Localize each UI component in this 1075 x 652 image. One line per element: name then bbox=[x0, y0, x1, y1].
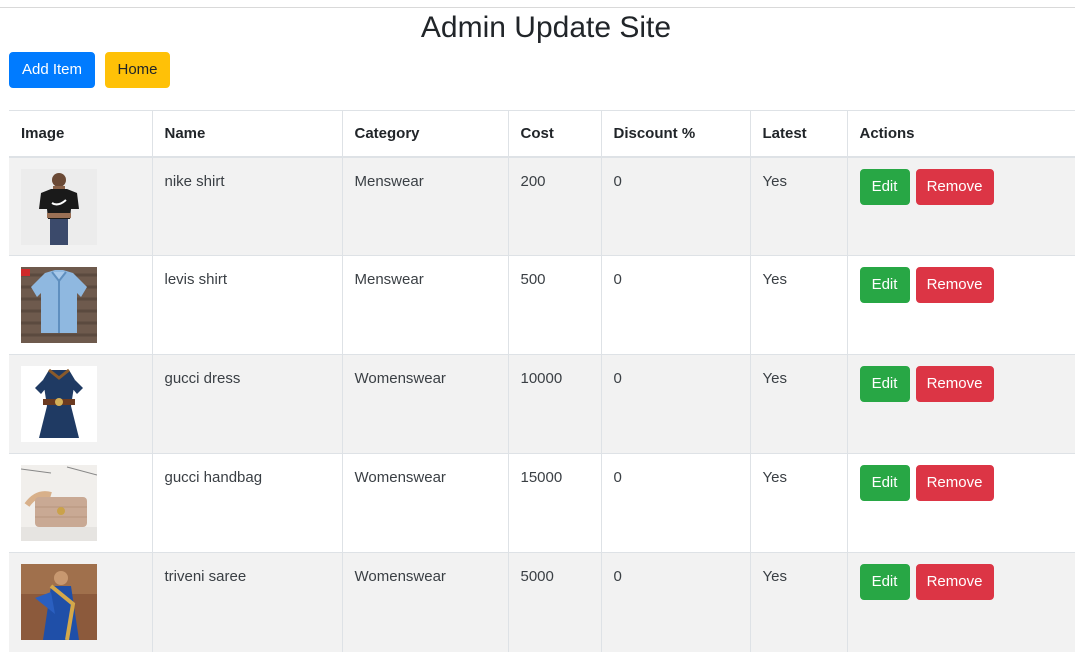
discount-cell: 0 bbox=[600, 156, 750, 256]
latest-cell: Yes bbox=[749, 552, 847, 652]
black-nike-tshirt-image bbox=[21, 168, 97, 245]
discount-cell: 0 bbox=[600, 453, 750, 553]
cost-cell: 200 bbox=[507, 156, 601, 256]
tan-gucci-handbag-image bbox=[21, 465, 97, 541]
header-category: Category bbox=[341, 110, 508, 158]
table-header-row: Image Name Category Cost Discount % Late… bbox=[9, 110, 1075, 158]
name-cell: levis shirt bbox=[151, 255, 342, 355]
actions-cell: Edit Remove bbox=[846, 255, 1075, 355]
table-row: levis shirt Menswear 500 0 Yes Edit Remov… bbox=[9, 255, 1075, 355]
latest-cell: Yes bbox=[749, 453, 847, 553]
blue-denim-shirt-image bbox=[21, 267, 97, 343]
latest-cell: Yes bbox=[749, 156, 847, 256]
name-cell: gucci dress bbox=[151, 354, 342, 454]
discount-cell: 0 bbox=[600, 255, 750, 355]
category-cell: Womenswear bbox=[341, 552, 508, 652]
top-divider bbox=[0, 7, 1075, 8]
latest-cell: Yes bbox=[749, 354, 847, 454]
name-cell: gucci handbag bbox=[151, 453, 342, 553]
header-cost: Cost bbox=[507, 110, 601, 158]
actions-cell: Edit Remove bbox=[846, 453, 1075, 553]
home-button[interactable]: Home bbox=[105, 52, 170, 88]
edit-button[interactable]: Edit bbox=[859, 465, 910, 501]
cost-cell: 10000 bbox=[507, 354, 601, 454]
actions-cell: Edit Remove bbox=[846, 552, 1075, 652]
header-name: Name bbox=[151, 110, 342, 158]
name-cell: nike shirt bbox=[151, 156, 342, 256]
category-cell: Womenswear bbox=[341, 453, 508, 553]
latest-cell: Yes bbox=[749, 255, 847, 355]
image-cell bbox=[9, 156, 152, 256]
header-actions: Actions bbox=[846, 110, 1075, 158]
category-cell: Menswear bbox=[341, 156, 508, 256]
name-cell: triveni saree bbox=[151, 552, 342, 652]
table-row: gucci handbag Womenswear 15000 0 Yes Edi… bbox=[9, 453, 1075, 553]
image-cell bbox=[9, 453, 152, 553]
header-latest: Latest bbox=[749, 110, 847, 158]
page-title: Admin Update Site bbox=[420, 11, 672, 44]
discount-cell: 0 bbox=[600, 354, 750, 454]
image-cell bbox=[9, 354, 152, 454]
header-discount: Discount % bbox=[600, 110, 750, 158]
actions-cell: Edit Remove bbox=[846, 354, 1075, 454]
image-cell bbox=[9, 552, 152, 652]
table-row: nike shirt Menswear 200 0 Yes Edit Remove bbox=[9, 156, 1075, 256]
cost-cell: 5000 bbox=[507, 552, 601, 652]
navy-gucci-dress-image bbox=[21, 366, 97, 442]
discount-cell: 0 bbox=[600, 552, 750, 652]
edit-button[interactable]: Edit bbox=[859, 168, 910, 205]
actions-cell: Edit Remove bbox=[846, 156, 1075, 256]
edit-button[interactable]: Edit bbox=[859, 564, 910, 600]
cost-cell: 500 bbox=[507, 255, 601, 355]
remove-button[interactable]: Remove bbox=[915, 465, 994, 501]
table-row: gucci dress Womenswear 10000 0 Yes Edit R… bbox=[9, 354, 1075, 454]
category-cell: Menswear bbox=[341, 255, 508, 355]
remove-button[interactable]: Remove bbox=[915, 168, 994, 205]
remove-button[interactable]: Remove bbox=[915, 366, 994, 402]
remove-button[interactable]: Remove bbox=[915, 564, 994, 600]
add-item-button[interactable]: Add Item bbox=[9, 52, 95, 88]
items-table: Image Name Category Cost Discount % Late… bbox=[9, 110, 1075, 652]
cost-cell: 15000 bbox=[507, 453, 601, 553]
header-image: Image bbox=[9, 110, 152, 158]
category-cell: Womenswear bbox=[341, 354, 508, 454]
remove-button[interactable]: Remove bbox=[915, 267, 994, 303]
edit-button[interactable]: Edit bbox=[859, 366, 910, 402]
table-row: triveni saree Womenswear 5000 0 Yes Edit… bbox=[9, 552, 1075, 652]
edit-button[interactable]: Edit bbox=[859, 267, 910, 303]
image-cell bbox=[9, 255, 152, 355]
